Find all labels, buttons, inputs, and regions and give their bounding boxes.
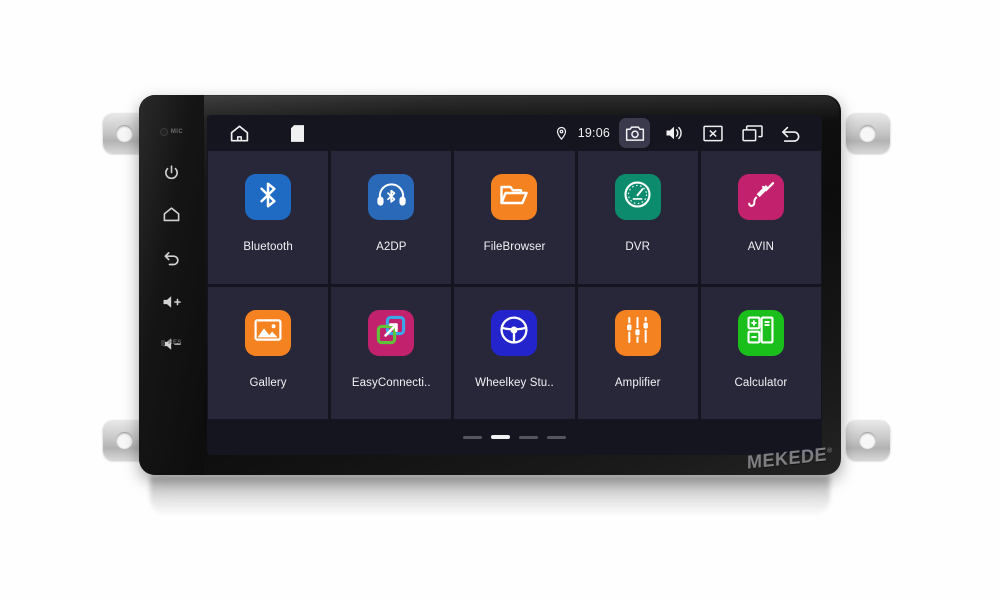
app-label: EasyConnecti.. <box>351 376 431 389</box>
equalizer-icon <box>624 316 651 349</box>
folder-icon-tile <box>491 174 538 220</box>
clock-time: 19:06 <box>577 126 610 140</box>
page-dot[interactable] <box>463 435 482 439</box>
location-pin-icon <box>555 126 569 140</box>
car-head-unit-device: MIC RES 19:06 Bluetooth A2DP FileBrowser… <box>139 95 841 475</box>
close-box-icon[interactable] <box>698 120 728 146</box>
status-bar-left <box>207 120 312 146</box>
app-tile-avin[interactable]: AVIN <box>700 151 821 284</box>
app-label: A2DP <box>376 241 407 253</box>
app-label: Calculator <box>734 376 788 389</box>
audio-plug-icon-tile <box>737 174 784 220</box>
speedometer-icon <box>623 180 652 214</box>
app-label: DVR <box>625 241 650 253</box>
screenshot-root: MIC RES 19:06 Bluetooth A2DP FileBrowser… <box>0 0 1000 600</box>
headphones-icon <box>376 182 407 213</box>
page-dot[interactable] <box>547 435 566 439</box>
app-label: FileBrowser <box>483 241 546 253</box>
volume-icon[interactable] <box>659 120 689 146</box>
screen-mirror-icon-tile <box>368 309 415 356</box>
back-button[interactable] <box>139 240 204 274</box>
app-label: Gallery <box>249 376 287 389</box>
headphones-icon-tile <box>368 174 415 220</box>
app-tile-gallery[interactable]: Gallery <box>208 286 329 419</box>
reset-label-group[interactable]: RES <box>139 340 204 346</box>
status-bar-right: 19:06 <box>555 118 822 148</box>
microphone-label-group: MIC <box>139 128 204 136</box>
app-tile-bluetooth[interactable]: Bluetooth <box>208 151 329 284</box>
registered-mark: ® <box>827 447 833 456</box>
page-dot[interactable] <box>519 435 538 439</box>
status-bar: 19:06 <box>207 115 822 151</box>
app-tile-dvr[interactable]: DVR <box>577 151 698 284</box>
hardware-keypad: MIC RES <box>139 95 204 475</box>
device-reflection <box>150 476 830 516</box>
volume-up-button[interactable] <box>139 285 204 319</box>
speedometer-icon-tile <box>614 174 661 220</box>
steering-wheel-icon-tile <box>491 309 538 356</box>
app-tile-amplifier[interactable]: Amplifier <box>577 286 698 419</box>
sd-card-icon[interactable] <box>282 120 312 146</box>
power-button[interactable] <box>139 155 204 189</box>
app-tile-a2dp[interactable]: A2DP <box>331 151 452 284</box>
page-indicator <box>207 419 822 455</box>
home-icon[interactable] <box>224 120 254 146</box>
power-icon <box>163 164 180 181</box>
steering-wheel-icon <box>499 315 529 350</box>
microphone-icon <box>159 128 168 136</box>
app-grid: Bluetooth A2DP FileBrowser DVR AVIN Gall… <box>207 151 822 419</box>
calculator-icon-tile <box>737 309 784 356</box>
microphone-label: MIC <box>170 129 184 135</box>
audio-plug-icon <box>746 180 776 215</box>
app-label: Bluetooth <box>243 241 293 253</box>
app-tile-easyconnection[interactable]: EasyConnecti.. <box>331 286 452 419</box>
bluetooth-icon <box>255 180 281 215</box>
reset-pinhole-icon <box>161 340 166 346</box>
reset-label: RES <box>168 340 182 346</box>
recent-apps-icon[interactable] <box>737 120 767 146</box>
app-label: AVIN <box>747 241 775 253</box>
home-icon <box>162 205 181 224</box>
back-arrow-icon <box>162 247 182 267</box>
app-tile-calculator[interactable]: Calculator <box>700 286 821 419</box>
camera-icon[interactable] <box>619 118 650 148</box>
volume-up-icon <box>161 293 183 311</box>
mounting-bracket-top-right <box>846 113 890 153</box>
folder-icon <box>499 183 529 212</box>
mounting-bracket-bottom-right <box>846 420 890 460</box>
image-icon-tile <box>245 309 292 356</box>
image-icon <box>254 318 282 347</box>
app-label: Amplifier <box>614 376 661 389</box>
app-tile-filebrowser[interactable]: FileBrowser <box>454 151 575 284</box>
calculator-icon <box>747 316 774 349</box>
home-button[interactable] <box>139 197 204 231</box>
back-arrow-icon[interactable] <box>776 120 806 146</box>
equalizer-icon-tile <box>614 309 661 356</box>
touchscreen-display: 19:06 Bluetooth A2DP FileBrowser DVR AVI… <box>207 115 822 455</box>
page-dot-active[interactable] <box>491 435 510 439</box>
app-label: Wheelkey Stu.. <box>475 376 554 389</box>
app-tile-wheelkey-study[interactable]: Wheelkey Stu.. <box>454 286 575 419</box>
bluetooth-icon-tile <box>245 174 292 220</box>
screen-mirror-icon <box>376 315 406 350</box>
